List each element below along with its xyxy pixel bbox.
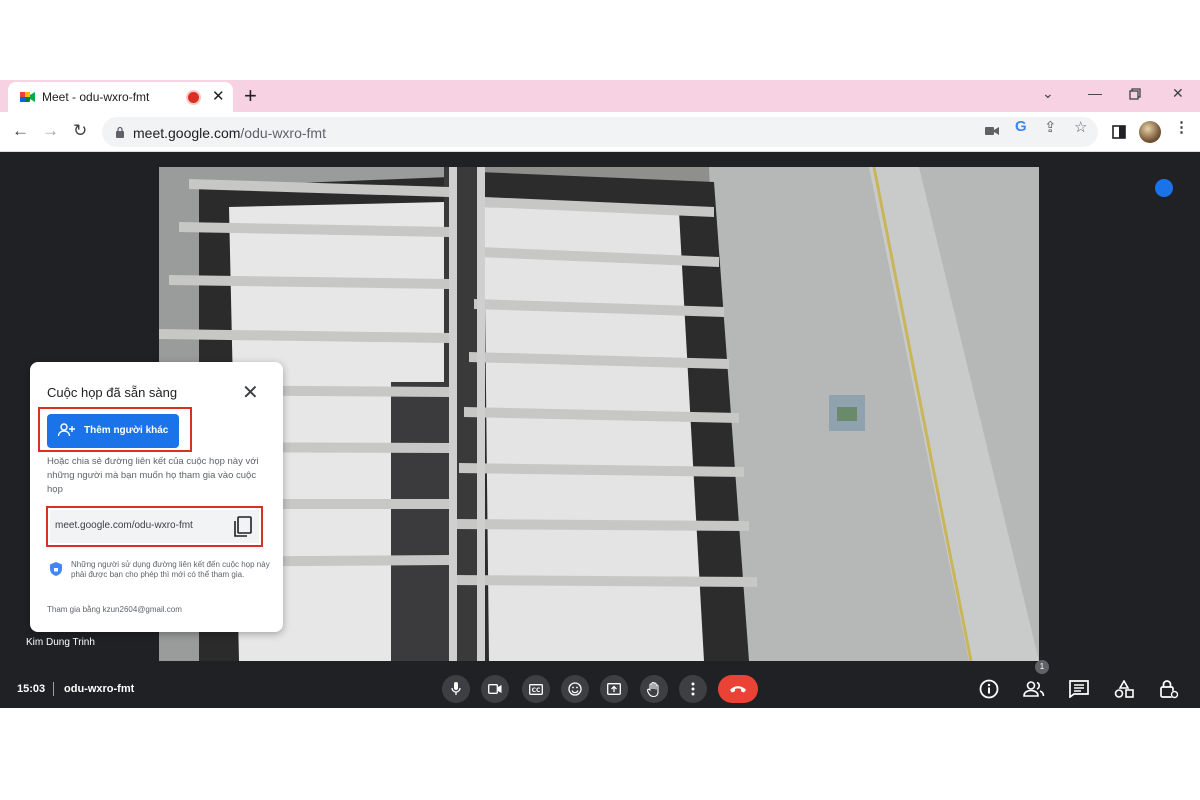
- more-menu-icon[interactable]: ⋮: [1174, 118, 1189, 136]
- tab-search-icon[interactable]: ⌄: [1042, 85, 1054, 102]
- reload-icon[interactable]: ↻: [73, 121, 87, 141]
- shield-icon: [50, 562, 62, 576]
- time-separator: [53, 682, 54, 696]
- hang-up-icon: [730, 686, 746, 693]
- meeting-details-button[interactable]: [978, 678, 1000, 700]
- meeting-link-text: meet.google.com/odu-wxro-fmt: [55, 520, 193, 531]
- meet-favicon-icon: [20, 92, 35, 102]
- camera-video-feed: [159, 167, 1039, 661]
- people-button[interactable]: [1023, 678, 1045, 700]
- host-controls-lock-icon: [1160, 680, 1179, 699]
- url-text: meet.google.com/odu-wxro-fmt: [133, 125, 326, 141]
- address-bar[interactable]: meet.google.com/odu-wxro-fmt: [102, 117, 1098, 147]
- leave-call-button[interactable]: [718, 675, 758, 703]
- recording-indicator-icon: [188, 92, 199, 103]
- microphone-button[interactable]: [442, 675, 470, 703]
- camera-button[interactable]: [481, 675, 509, 703]
- meeting-code: odu-wxro-fmt: [64, 683, 135, 695]
- activities-button[interactable]: [1113, 678, 1135, 700]
- host-controls-button[interactable]: [1158, 678, 1180, 700]
- tab-title: Meet - odu-wxro-fmt: [42, 90, 150, 104]
- info-icon: [979, 679, 999, 699]
- more-options-button[interactable]: [679, 675, 707, 703]
- present-screen-icon: [607, 683, 621, 695]
- add-people-button[interactable]: Thêm người khác: [47, 414, 179, 448]
- activities-shapes-icon: [1114, 680, 1134, 698]
- dialog-title: Cuộc họp đã sẵn sàng: [47, 385, 178, 400]
- profile-avatar[interactable]: [1139, 121, 1161, 143]
- captions-icon: CC: [529, 683, 543, 695]
- tab-strip: Meet - odu-wxro-fmt ✕ + ⌄ — ✕: [0, 80, 1200, 112]
- share-icon[interactable]: ⇪: [1044, 118, 1057, 136]
- participant-name: Kim Dung Trinh: [26, 637, 95, 648]
- more-vert-icon: [691, 682, 695, 696]
- add-people-label: Thêm người khác: [84, 425, 169, 436]
- chat-icon: [1069, 680, 1089, 698]
- browser-window: Meet - odu-wxro-fmt ✕ + ⌄ — ✕ ← → ↻ meet…: [0, 80, 1200, 708]
- svg-text:CC: CC: [532, 687, 541, 694]
- share-instructions: Hoặc chia sẻ đường liên kết của cuộc họp…: [47, 456, 259, 495]
- chat-button[interactable]: [1068, 678, 1090, 700]
- meeting-ready-dialog: Cuộc họp đã sẵn sàng ✕ Thêm người khác H…: [30, 362, 283, 632]
- captions-button[interactable]: CC: [522, 675, 550, 703]
- back-icon[interactable]: ←: [12, 121, 29, 141]
- window-close-icon[interactable]: ✕: [1172, 85, 1184, 102]
- dialog-close-icon[interactable]: ✕: [242, 380, 259, 405]
- reactions-button[interactable]: [561, 675, 589, 703]
- joined-as-text: Tham gia bằng kzun2604@gmail.com: [47, 605, 182, 614]
- people-count-badge: 1: [1035, 660, 1049, 674]
- side-panel-icon[interactable]: [1112, 125, 1126, 139]
- tab-meet[interactable]: Meet - odu-wxro-fmt ✕: [8, 82, 233, 112]
- google-lens-icon[interactable]: G: [1015, 118, 1027, 135]
- camera-in-use-icon[interactable]: [985, 125, 999, 137]
- forward-icon[interactable]: →: [42, 121, 59, 141]
- new-tab-button[interactable]: +: [244, 83, 257, 109]
- people-icon: [1023, 681, 1045, 697]
- meeting-link-field[interactable]: meet.google.com/odu-wxro-fmt: [50, 510, 259, 543]
- raise-hand-icon: [647, 681, 659, 697]
- add-person-icon: [58, 423, 75, 437]
- microphone-icon: [451, 682, 461, 695]
- minimize-icon[interactable]: —: [1088, 85, 1102, 101]
- present-screen-button[interactable]: [600, 675, 628, 703]
- copy-icon[interactable]: [233, 516, 253, 538]
- browser-toolbar: ← → ↻ meet.google.com/odu-wxro-fmt G ⇪ ☆…: [0, 112, 1200, 152]
- meeting-time: 15:03: [17, 683, 46, 695]
- raise-hand-button[interactable]: [640, 675, 668, 703]
- emoji-icon: [568, 682, 582, 696]
- permission-note: Những người sử dụng đường liên kết đến c…: [71, 560, 270, 579]
- tab-close-icon[interactable]: ✕: [212, 87, 225, 105]
- camera-icon: [488, 684, 502, 694]
- bookmark-star-icon[interactable]: ☆: [1074, 118, 1087, 136]
- lock-icon: [116, 126, 124, 138]
- restore-icon[interactable]: [1129, 88, 1141, 100]
- speaking-indicator-icon: [1155, 179, 1173, 197]
